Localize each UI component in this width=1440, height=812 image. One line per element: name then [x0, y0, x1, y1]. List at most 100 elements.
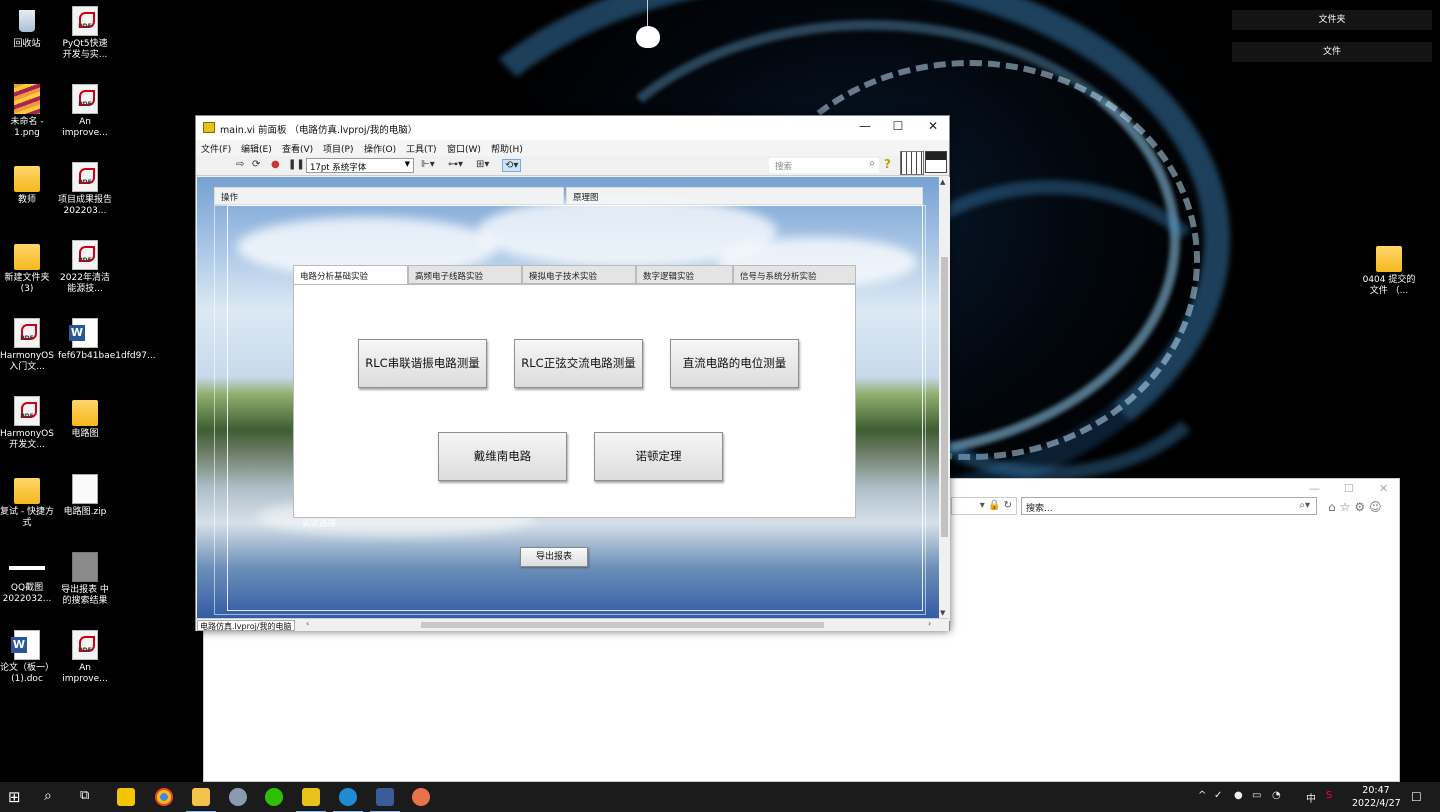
tab-digital-logic[interactable]: 数字逻辑实验	[636, 265, 733, 284]
align-objects-icon[interactable]: ⊩▾	[421, 159, 435, 170]
address-bar[interactable]: ▾ 🔒 ↻	[951, 497, 1017, 515]
dc-potential-button[interactable]: 直流电路的电位测量	[670, 339, 799, 388]
desktop-icon-gray[interactable]: 导出报表 中的搜索结果	[58, 552, 112, 607]
chevron-up-icon[interactable]: ^	[1198, 790, 1206, 801]
windows-start-icon[interactable]: ⊞	[8, 788, 26, 806]
screenshot-app-icon[interactable]	[229, 788, 247, 806]
horizontal-scrollbar-thumb[interactable]	[421, 622, 824, 628]
desktop-icon-word[interactable]: 论文（板一）(1).doc	[0, 630, 54, 685]
menu-operate[interactable]: 操作(O)	[364, 142, 396, 155]
rlc-ac-circuit-button[interactable]: RLC正弦交流电路测量	[514, 339, 643, 388]
desktop-icon-zip[interactable]: 电路图.zip	[58, 474, 112, 518]
desktop-icon-pdf[interactable]: An improve...	[58, 84, 112, 139]
labview-icon[interactable]	[296, 788, 326, 812]
desktop-icon-pdf[interactable]: 项目成果报告202203...	[58, 162, 112, 217]
file-explorer-icon[interactable]	[186, 788, 216, 812]
search-icon[interactable]: ⌕	[44, 788, 62, 806]
file-shortcut-button[interactable]: 文件	[1232, 42, 1432, 62]
title-bar[interactable]: main.vi 前面板 （电路仿真.lvproj/我的电脑） — ☐ ✕	[196, 116, 949, 140]
labview-project-icon[interactable]	[370, 788, 400, 812]
menu-window[interactable]: 窗口(W)	[447, 142, 481, 155]
chevron-down-icon: ▼	[404, 160, 410, 168]
maximize-icon[interactable]: ☐	[1344, 482, 1354, 495]
font-select[interactable]: 17pt 系统字体 ▼	[306, 158, 414, 173]
desktop-icon-folder[interactable]: 新建文件夹 (3)	[0, 240, 54, 295]
search-icon[interactable]: ⌕▾	[1299, 500, 1310, 511]
tab-high-frequency[interactable]: 高频电子线路实验	[408, 265, 522, 284]
tab-analog-electronics[interactable]: 模拟电子技术实验	[522, 265, 636, 284]
reorder-icon[interactable]: ⟲▾	[502, 159, 522, 172]
bin-icon	[14, 6, 40, 36]
desktop-icon-pdf[interactable]: HarmonyOS入门文...	[0, 318, 54, 373]
run-continuously-icon[interactable]: ⟳	[252, 159, 260, 170]
vertical-scrollbar[interactable]: ▲ ▼	[939, 177, 950, 621]
desktop-icon-bin[interactable]: 回收站	[0, 6, 54, 50]
battery-icon[interactable]: ▭	[1252, 790, 1261, 801]
norton-button[interactable]: 诺顿定理	[594, 432, 723, 481]
clock[interactable]: 20:47 2022/4/27	[1352, 784, 1401, 810]
desktop-icon-folder[interactable]: 0404 提交的文件 （...	[1362, 242, 1416, 297]
qq-browser-icon[interactable]	[117, 788, 135, 806]
task-view-icon[interactable]: ⧉	[80, 788, 98, 806]
desktop-icon-pdf[interactable]: An improve...	[58, 630, 112, 685]
desktop-icon-folder[interactable]: 教师	[0, 162, 54, 206]
ie-icon[interactable]	[333, 788, 363, 812]
desktop-icon-pdf[interactable]: PyQt5快速开发与实...	[58, 6, 112, 61]
scrollbar-thumb[interactable]	[941, 257, 948, 537]
desktop-icon-word[interactable]: fef67b41bae1dfd97...	[58, 318, 156, 362]
tab-signals-systems[interactable]: 信号与系统分析实验	[733, 265, 856, 284]
notification-icon[interactable]: ☐	[1411, 790, 1422, 804]
chevron-down-icon[interactable]: ▼	[940, 609, 945, 617]
run-arrow-icon[interactable]: ⇨	[236, 159, 244, 170]
paint-app-icon[interactable]	[412, 788, 430, 806]
menu-project[interactable]: 项目(P)	[323, 142, 353, 155]
browser-toolbar-icons[interactable]: ⌂☆⚙☺	[1328, 500, 1386, 514]
ime-indicator[interactable]: 中	[1306, 790, 1316, 805]
app-tray-icon[interactable]: ✓	[1214, 790, 1222, 801]
desktop-icon-bar[interactable]: QQ截图2022032...	[0, 552, 54, 605]
wechat-icon[interactable]	[265, 788, 283, 806]
chevron-right-icon[interactable]: ›	[928, 619, 931, 628]
microphone-icon[interactable]: ●	[1234, 790, 1243, 801]
close-icon[interactable]: ✕	[926, 119, 940, 133]
menu-bar: 文件(F) 编辑(E) 查看(V) 项目(P) 操作(O) 工具(T) 窗口(W…	[196, 140, 949, 156]
abort-icon[interactable]: ●	[271, 159, 280, 170]
menu-view[interactable]: 查看(V)	[282, 142, 313, 155]
menu-help[interactable]: 帮助(H)	[491, 142, 523, 155]
desktop-icon-png[interactable]: 未命名 - 1.png	[0, 84, 54, 139]
maximize-icon[interactable]: ☐	[891, 119, 905, 133]
cat-widget-icon[interactable]	[636, 0, 660, 48]
minimize-icon[interactable]: —	[1309, 482, 1320, 495]
menu-edit[interactable]: 编辑(E)	[241, 142, 272, 155]
rlc-series-resonance-button[interactable]: RLC串联谐振电路测量	[358, 339, 487, 388]
chevron-left-icon[interactable]: ‹	[306, 619, 309, 628]
search-input[interactable]: 搜索 ⌕	[769, 158, 879, 173]
word-icon	[69, 318, 98, 348]
export-report-button[interactable]: 导出报表	[520, 547, 588, 567]
wifi-icon[interactable]: ◔	[1272, 790, 1281, 801]
distribute-objects-icon[interactable]: ⊶▾	[448, 159, 463, 170]
connector-pane-icon[interactable]	[900, 151, 924, 175]
desktop-icon-folder[interactable]: 复试 - 快捷方式	[0, 474, 54, 529]
help-icon[interactable]: ?	[884, 157, 898, 172]
gray-icon	[72, 552, 98, 582]
chrome-icon[interactable]	[155, 788, 173, 806]
minimize-icon[interactable]: —	[858, 119, 872, 133]
chevron-up-icon[interactable]: ▲	[940, 178, 945, 186]
search-icon[interactable]: ⌕	[869, 158, 875, 169]
resize-objects-icon[interactable]: ⊞▾	[476, 159, 489, 170]
folder-shortcut-button[interactable]: 文件夹	[1232, 10, 1432, 30]
pause-icon[interactable]: ❚❚	[288, 159, 305, 170]
desktop-icon-pdf[interactable]: 2022年清洁能源技...	[58, 240, 112, 295]
vi-icon-editor[interactable]	[925, 151, 947, 173]
sogou-icon[interactable]: S	[1326, 790, 1332, 801]
tab-circuit-analysis[interactable]: 电路分析基础实验	[293, 265, 408, 285]
menu-tools[interactable]: 工具(T)	[406, 142, 437, 155]
menu-file[interactable]: 文件(F)	[201, 142, 231, 155]
desktop-icon-pdf[interactable]: HarmonyOS开发文...	[0, 396, 54, 451]
desktop-icon-folder[interactable]: 电路图	[58, 396, 112, 440]
browser-search-input[interactable]: 搜索... ⌕▾	[1021, 497, 1317, 515]
close-icon[interactable]: ✕	[1379, 482, 1388, 495]
project-context[interactable]: 电路仿真.lvproj/我的电脑	[197, 620, 295, 631]
thevenin-button[interactable]: 戴维南电路	[438, 432, 567, 481]
